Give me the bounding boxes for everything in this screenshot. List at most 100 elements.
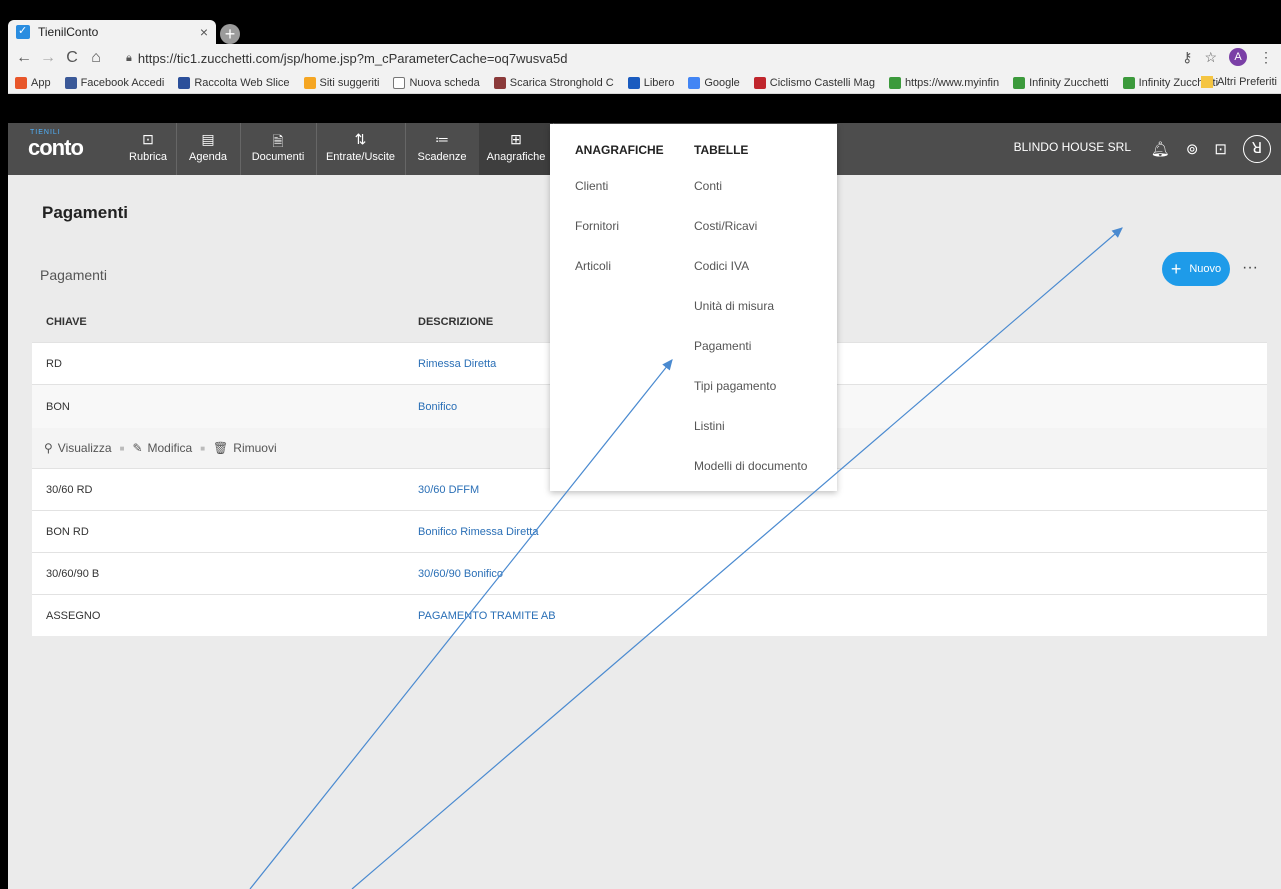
profile-avatar[interactable]: A [1229, 48, 1247, 66]
bookmark-item[interactable]: Ciclismo Castelli Mag [747, 76, 882, 89]
star-icon[interactable]: ☆ [1204, 49, 1217, 66]
other-bookmarks[interactable]: Altri Preferiti [1201, 76, 1277, 88]
key-icon[interactable]: ⚷ [1182, 49, 1192, 66]
bookmark-label: Ciclismo Castelli Mag [769, 76, 875, 89]
back-icon[interactable]: ← [12, 49, 36, 67]
action-separator: ■ [119, 443, 125, 453]
castelli-icon [753, 76, 766, 89]
window-frame [0, 0, 8, 889]
bookmark-label: Infinity Zucchetti [1029, 76, 1109, 89]
lock-icon: 🔒︎ [126, 51, 132, 64]
row-description-link[interactable]: Bonifico [416, 401, 457, 413]
bookmark-label: Libero [643, 76, 675, 89]
bookmark-item[interactable]: App [8, 76, 58, 89]
tab-title: TienilConto [38, 25, 99, 39]
menu-item-clienti[interactable]: Clienti [575, 179, 608, 193]
nav-icon: ▤ [201, 131, 215, 147]
nav-item-entrate-uscite[interactable]: ⇅ Entrate/Uscite [316, 123, 405, 175]
more-options-icon[interactable]: ··· [1242, 259, 1258, 277]
nav-item-documenti[interactable]: 🗎 Documenti [240, 123, 316, 175]
other-bookmarks-label: Altri Preferiti [1217, 76, 1277, 88]
browser-tab[interactable]: TienilConto × [8, 20, 216, 44]
nav-item-rubrica[interactable]: ⊡ Rubrica [120, 123, 176, 175]
address-bar[interactable]: 🔒︎ https://tic1.zucchetti.com/jsp/home.j… [126, 47, 1206, 69]
bookmark-label: Raccolta Web Slice [194, 76, 290, 89]
row-key: BON RD [46, 525, 89, 538]
search-icon: ⚲ [44, 441, 53, 456]
url-text: https://tic1.zucchetti.com/jsp/home.jsp?… [137, 50, 568, 66]
nav-item-anagrafiche[interactable]: ⊞ Anagrafiche [479, 123, 553, 175]
infinity-icon [1122, 76, 1135, 89]
bookmark-label: Nuova scheda [409, 76, 480, 89]
menu-item-unita-di-misura[interactable]: Unità di misura [694, 299, 774, 313]
nav-item-scadenze[interactable]: ≔ Scadenze [405, 123, 479, 175]
webslice-icon [178, 76, 191, 89]
bookmark-item[interactable]: Scarica Stronghold C [487, 76, 621, 89]
bookmark-item[interactable]: https://www.myinfin [882, 76, 1006, 89]
home-icon[interactable]: ⌂ [84, 49, 108, 67]
bookmark-item[interactable]: Nuova scheda [386, 76, 486, 89]
plus-icon: + [1170, 258, 1182, 279]
forward-icon[interactable]: → [36, 49, 60, 67]
row-description-link[interactable]: 30/60 DFFM [416, 484, 479, 496]
suggested-sites-icon [303, 76, 316, 89]
bookmark-item[interactable]: Libero [621, 76, 682, 89]
table-row[interactable]: BON RD Bonifico Rimessa Diretta [32, 510, 1267, 552]
bookmark-label: Siti suggeriti [319, 76, 380, 89]
menu-item-tipi-pagamento[interactable]: Tipi pagamento [694, 379, 776, 393]
menu-item-listini[interactable]: Listini [694, 419, 725, 433]
company-name[interactable]: BLINDO HOUSE SRL [1014, 140, 1131, 154]
dropdown-header-anagrafiche: ANAGRAFICHE [575, 143, 664, 157]
nav-item-agenda[interactable]: ▤ Agenda [176, 123, 240, 175]
page-icon [393, 76, 406, 89]
bookmark-item[interactable]: Siti suggeriti [297, 76, 387, 89]
menu-item-articoli[interactable]: Articoli [575, 259, 611, 273]
menu-item-conti[interactable]: Conti [694, 179, 722, 193]
browser-toolbar: ← → C ⌂ 🔒︎ https://tic1.zucchetti.com/js… [8, 44, 1281, 72]
nav-icon: 🗎 [272, 133, 284, 149]
user-icon[interactable]: ꓤ [1243, 135, 1271, 163]
support-icon[interactable]: ⊚ [1186, 140, 1199, 158]
row-key: BON [46, 400, 70, 413]
table-row[interactable]: ASSEGNO PAGAMENTO TRAMITE AB [32, 594, 1267, 636]
new-button[interactable]: + Nuovo [1162, 252, 1230, 286]
nav-label: Entrate/Uscite [325, 151, 396, 163]
bookmarks-bar: App Facebook Accedi Raccolta Web Slice Siti… [8, 72, 1281, 94]
menu-item-codici-iva[interactable]: Codici IVA [694, 259, 749, 273]
row-description-link[interactable]: PAGAMENTO TRAMITE AB [416, 610, 556, 622]
row-description-link[interactable]: Bonifico Rimessa Diretta [416, 526, 538, 538]
bookmark-item[interactable]: Raccolta Web Slice [171, 76, 296, 89]
row-description-link[interactable]: Rimessa Diretta [416, 358, 496, 370]
row-description-link[interactable]: 30/60/90 Bonifico [416, 568, 503, 580]
reload-icon[interactable]: C [60, 49, 84, 67]
bookmark-label: Scarica Stronghold C [509, 76, 614, 89]
menu-item-modelli-di-documento[interactable]: Modelli di documento [694, 459, 807, 473]
menu-item-fornitori[interactable]: Fornitori [575, 219, 619, 233]
view-action[interactable]: Visualizza [58, 441, 112, 455]
column-header-chiave[interactable]: CHIAVE [32, 316, 416, 328]
menu-item-pagamenti[interactable]: Pagamenti [694, 339, 751, 353]
nav-icon: ⇅ [354, 131, 367, 147]
bookmark-item[interactable]: Google [681, 76, 746, 89]
close-tab-icon[interactable]: × [200, 24, 208, 40]
remove-action[interactable]: Rimuovi [233, 441, 276, 455]
feedback-icon[interactable]: ⊡ [1214, 140, 1227, 158]
new-tab-button[interactable]: + [220, 24, 240, 44]
bookmark-label: App [31, 76, 51, 89]
edit-action[interactable]: Modifica [148, 441, 193, 455]
action-separator: ■ [200, 443, 206, 453]
bookmark-item[interactable]: Infinity Zucchetti [1006, 76, 1115, 89]
page-title: Pagamenti [42, 203, 128, 222]
row-key: 30/60 RD [46, 483, 93, 496]
new-button-label: Nuovo [1189, 263, 1222, 275]
menu-kebab-icon[interactable]: ⋮ [1259, 49, 1273, 66]
app-logo[interactable]: conto [28, 135, 84, 161]
infinity-icon [1013, 76, 1026, 89]
bookmark-label: Google [704, 76, 740, 89]
menu-item-costi-ricavi[interactable]: Costi/Ricavi [694, 219, 757, 233]
anagrafiche-dropdown-menu: ANAGRAFICHE Clienti Fornitori Articoli T… [550, 124, 837, 491]
bookmark-item[interactable]: Facebook Accedi [58, 76, 172, 89]
table-row[interactable]: 30/60/90 B 30/60/90 Bonifico [32, 552, 1267, 594]
column-header-descrizione[interactable]: DESCRIZIONE [416, 316, 493, 328]
bell-icon[interactable]: 🔔︎ [1151, 140, 1170, 158]
